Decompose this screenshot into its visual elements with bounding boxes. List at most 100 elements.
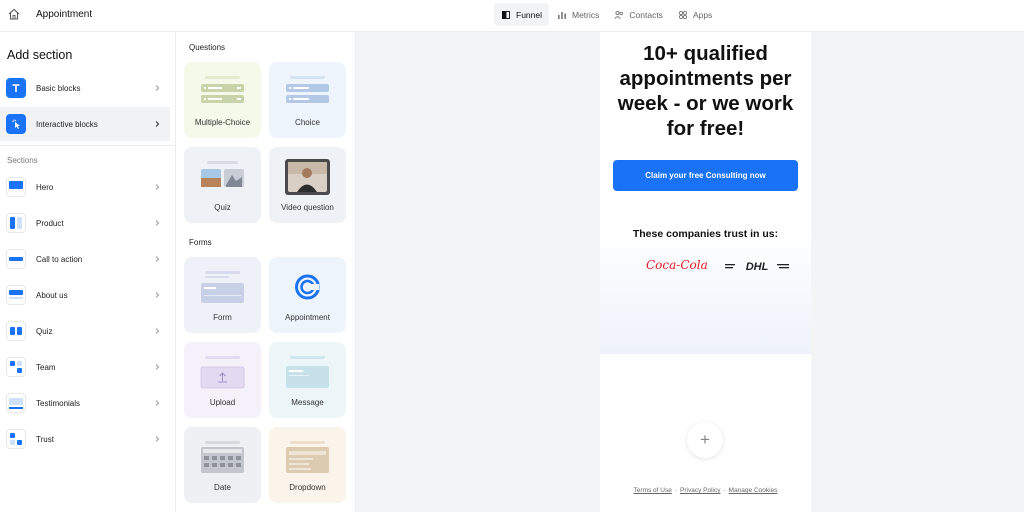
block-video-question[interactable]: Video question [269, 147, 346, 223]
editor-canvas: 10+ qualified appointments per week - or… [356, 32, 1024, 512]
testimonials-section-icon [6, 393, 26, 413]
funnel-icon [502, 10, 510, 19]
chevron-right-icon [155, 436, 160, 442]
coca-cola-logo: Coca-Cola [646, 258, 708, 272]
cta-button[interactable]: Claim your free Consulting now [613, 160, 798, 191]
section-label: Testimonials [36, 398, 81, 408]
section-item-call-to-action[interactable]: Call to action [0, 244, 170, 274]
chevron-right-icon [155, 256, 160, 262]
block-label: Dropdown [289, 483, 326, 492]
text-icon [6, 78, 26, 98]
grid-icon [678, 10, 687, 19]
home-icon[interactable] [7, 7, 21, 21]
category-interactive-blocks[interactable]: Interactive blocks [0, 107, 170, 141]
cookies-link[interactable]: Manage Cookies [729, 487, 778, 494]
footer-separator: · [723, 487, 726, 494]
sections-label: Sections [7, 156, 38, 165]
upload-thumbnail [200, 356, 245, 389]
sidebar-divider [0, 145, 176, 146]
page-preview: 10+ qualified appointments per week - or… [600, 32, 811, 512]
section-label: About us [36, 290, 68, 300]
chevron-right-icon [155, 364, 160, 370]
section-item-product[interactable]: Product [0, 208, 170, 238]
block-message[interactable]: Message [269, 342, 346, 418]
about-section-icon [6, 285, 26, 305]
questions-group-label: Questions [189, 43, 226, 52]
block-appointment[interactable]: Appointment [269, 257, 346, 333]
tab-contacts[interactable]: Contacts [607, 3, 670, 26]
hero-section-icon [6, 177, 26, 197]
multiple-choice-thumbnail [201, 76, 244, 103]
block-label: Appointment [285, 313, 330, 322]
tab-label: Funnel [516, 9, 542, 20]
tab-metrics[interactable]: Metrics [550, 3, 606, 26]
blocks-panel: Questions Multiple-Choice Choice Quiz Vi… [176, 32, 356, 512]
category-label: Basic blocks [36, 83, 81, 93]
section-item-hero[interactable]: Hero [0, 172, 170, 202]
terms-link[interactable]: Terms of Use [634, 487, 672, 494]
category-label: Interactive blocks [36, 119, 98, 129]
trust-section-icon [6, 429, 26, 449]
tab-label: Contacts [629, 9, 663, 20]
block-form[interactable]: Form [184, 257, 261, 333]
quiz-thumbnail [201, 161, 244, 187]
category-basic-blocks[interactable]: Basic blocks [0, 71, 170, 105]
footer-separator: · [674, 487, 678, 494]
dropdown-thumbnail [286, 441, 329, 473]
block-choice[interactable]: Choice [269, 62, 346, 138]
tab-funnel[interactable]: Funnel [494, 3, 549, 26]
choice-thumbnail [286, 76, 329, 103]
block-upload[interactable]: Upload [184, 342, 261, 418]
section-label: Team [36, 362, 56, 372]
dhl-logo: DHL [725, 261, 789, 273]
chevron-right-icon [155, 85, 160, 91]
tab-label: Apps [692, 9, 713, 20]
add-section-sidebar: Add section Basic blocks Interactive blo… [0, 32, 176, 512]
forms-group-label: Forms [189, 238, 212, 247]
section-item-team[interactable]: Team [0, 352, 170, 382]
add-section-button[interactable]: + [687, 422, 723, 458]
hero-headline: 10+ qualified appointments per week - or… [617, 42, 794, 140]
block-label: Form [213, 313, 232, 322]
calendly-icon [295, 274, 320, 300]
block-date[interactable]: Date [184, 427, 261, 503]
top-bar: Appointment Funnel Metrics Contacts Apps [0, 0, 1024, 32]
cta-section-icon [6, 249, 26, 269]
section-item-trust[interactable]: Trust [0, 424, 170, 454]
sidebar-title: Add section [7, 48, 73, 62]
block-label: Quiz [214, 203, 231, 212]
block-dropdown[interactable]: Dropdown [269, 427, 346, 503]
form-thumbnail [201, 271, 244, 303]
chevron-right-icon [155, 121, 160, 127]
block-quiz[interactable]: Quiz [184, 147, 261, 223]
chevron-right-icon [155, 184, 160, 190]
section-label: Hero [36, 182, 54, 192]
page-footer: Terms of Use · Privacy Policy · Manage Cooki… [600, 487, 811, 494]
tab-label: Metrics [572, 9, 600, 20]
tab-apps[interactable]: Apps [671, 3, 719, 26]
section-label: Quiz [36, 326, 53, 336]
block-multiple-choice[interactable]: Multiple-Choice [184, 62, 261, 138]
hero-section[interactable]: 10+ qualified appointments per week - or… [600, 32, 811, 354]
block-label: Upload [209, 398, 236, 407]
section-item-quiz[interactable]: Quiz [0, 316, 170, 346]
privacy-link[interactable]: Privacy Policy [680, 487, 720, 494]
video-question-thumbnail [285, 159, 330, 195]
users-icon [614, 10, 624, 19]
block-label: Multiple-Choice [194, 118, 251, 127]
chevron-right-icon [155, 328, 160, 334]
block-label: Date [214, 483, 231, 492]
team-section-icon [6, 357, 26, 377]
chevron-right-icon [155, 400, 160, 406]
section-item-testimonials[interactable]: Testimonials [0, 388, 170, 418]
app-title: Appointment [36, 9, 93, 20]
message-thumbnail [286, 356, 329, 388]
chevron-right-icon [155, 220, 160, 226]
section-item-about-us[interactable]: About us [0, 280, 170, 310]
block-label: Message [291, 398, 324, 407]
trust-title: These companies trust in us: [632, 228, 779, 240]
chevron-right-icon [155, 292, 160, 298]
dhl-logo-text: DHL [746, 261, 769, 273]
product-section-icon [6, 213, 26, 233]
block-label: Video question [281, 203, 334, 212]
